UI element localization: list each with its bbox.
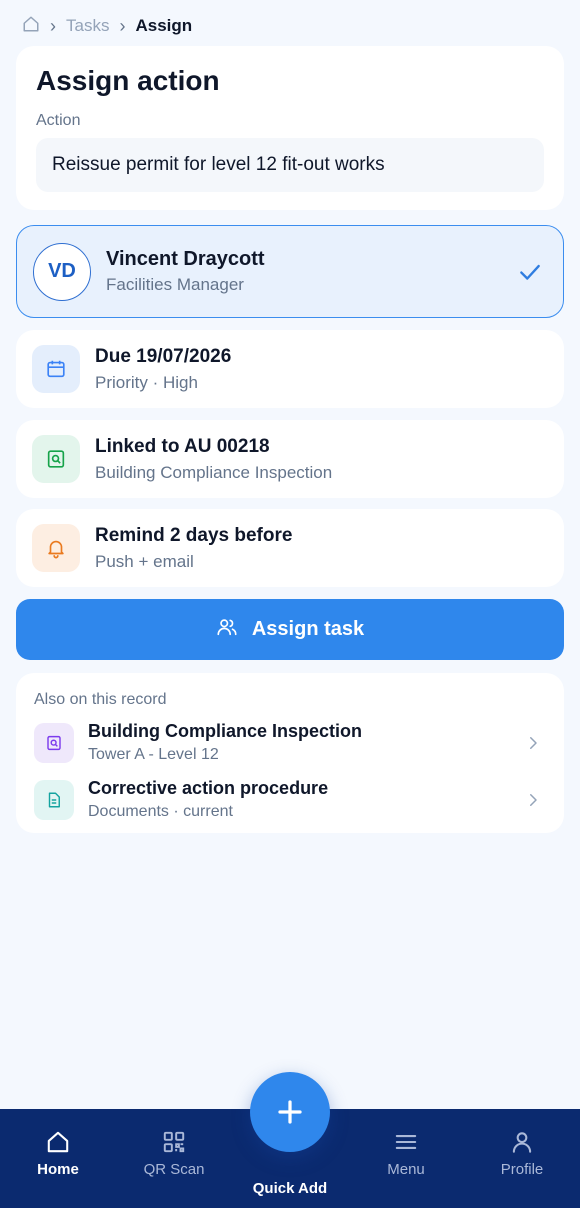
- breadcrumb-separator: ›: [119, 15, 126, 36]
- quick-add-button[interactable]: [250, 1072, 330, 1152]
- linked-audit-card[interactable]: Linked to AU 00218 Building Compliance I…: [16, 420, 564, 498]
- qr-icon: [163, 1131, 185, 1153]
- nav-qr-scan-label: QR Scan: [143, 1161, 205, 1178]
- nav-profile[interactable]: Profile: [472, 1129, 572, 1178]
- assignee-card[interactable]: VD Vincent Draycott Facilities Manager: [16, 225, 564, 318]
- nav-menu-label: Menu: [387, 1161, 425, 1178]
- nav-profile-label: Profile: [500, 1161, 544, 1178]
- users-icon: [216, 616, 238, 644]
- plus-icon: [278, 1100, 302, 1124]
- due-date-card[interactable]: Due 19/07/2026 Priority · High: [16, 330, 564, 408]
- list-item[interactable]: Building Compliance Inspection Tower A -…: [34, 721, 546, 764]
- check-icon: [520, 264, 540, 280]
- inspection-icon: [32, 435, 80, 483]
- assign-task-label: Assign task: [251, 618, 365, 640]
- list-item-subtitle: Documents · current: [88, 803, 233, 820]
- nav-home[interactable]: Home: [8, 1129, 108, 1178]
- breadcrumb-current: Assign: [135, 16, 193, 35]
- nav-qr-scan[interactable]: QR Scan: [124, 1129, 224, 1178]
- chevron-right-icon: [530, 736, 537, 749]
- page-title: Assign action: [36, 65, 220, 96]
- nav-menu[interactable]: Menu: [356, 1129, 456, 1178]
- linked-title: Linked to AU 00218: [95, 435, 270, 457]
- assignee-name: Vincent Draycott: [106, 248, 265, 270]
- chevron-right-icon: [530, 793, 537, 806]
- reminder-subtitle: Push + email: [95, 551, 194, 571]
- list-item-title: Building Compliance Inspection: [88, 721, 363, 741]
- home-icon[interactable]: [22, 15, 40, 38]
- profile-icon: [512, 1132, 532, 1153]
- related-records-header: Also on this record: [34, 691, 167, 708]
- action-field-label: Action: [36, 112, 81, 129]
- list-item-subtitle: Tower A - Level 12: [88, 746, 219, 763]
- list-item-title: Corrective action procedure: [88, 778, 329, 798]
- inspection-icon: [34, 722, 74, 763]
- menu-icon: [395, 1135, 417, 1149]
- breadcrumb: › Tasks › Assign: [22, 14, 192, 38]
- action-field[interactable]: Reissue permit for level 12 fit-out work…: [36, 138, 544, 192]
- quick-add-label: Quick Add: [252, 1180, 328, 1197]
- nav-home-label: Home: [37, 1161, 79, 1178]
- bell-icon: [32, 524, 80, 572]
- related-records-card: Also on this record Building Compliance …: [16, 673, 564, 833]
- assignee-role: Facilities Manager: [106, 275, 244, 294]
- linked-subtitle: Building Compliance Inspection: [95, 462, 333, 482]
- home-icon: [47, 1131, 69, 1153]
- due-date-title: Due 19/07/2026: [95, 345, 232, 367]
- document-icon: [34, 779, 74, 820]
- reminder-title: Remind 2 days before: [95, 524, 293, 546]
- breadcrumb-separator: ›: [50, 15, 56, 36]
- calendar-icon: [32, 345, 80, 393]
- list-item[interactable]: Corrective action procedure Documents · …: [34, 778, 546, 821]
- breadcrumb-tasks[interactable]: Tasks: [66, 16, 109, 36]
- assign-task-button[interactable]: Assign task: [16, 599, 564, 660]
- priority-text: Priority · High: [95, 372, 198, 392]
- reminder-card[interactable]: Remind 2 days before Push + email: [16, 509, 564, 587]
- avatar: VD: [33, 242, 91, 301]
- action-card: Assign action Action Reissue permit for …: [16, 46, 564, 210]
